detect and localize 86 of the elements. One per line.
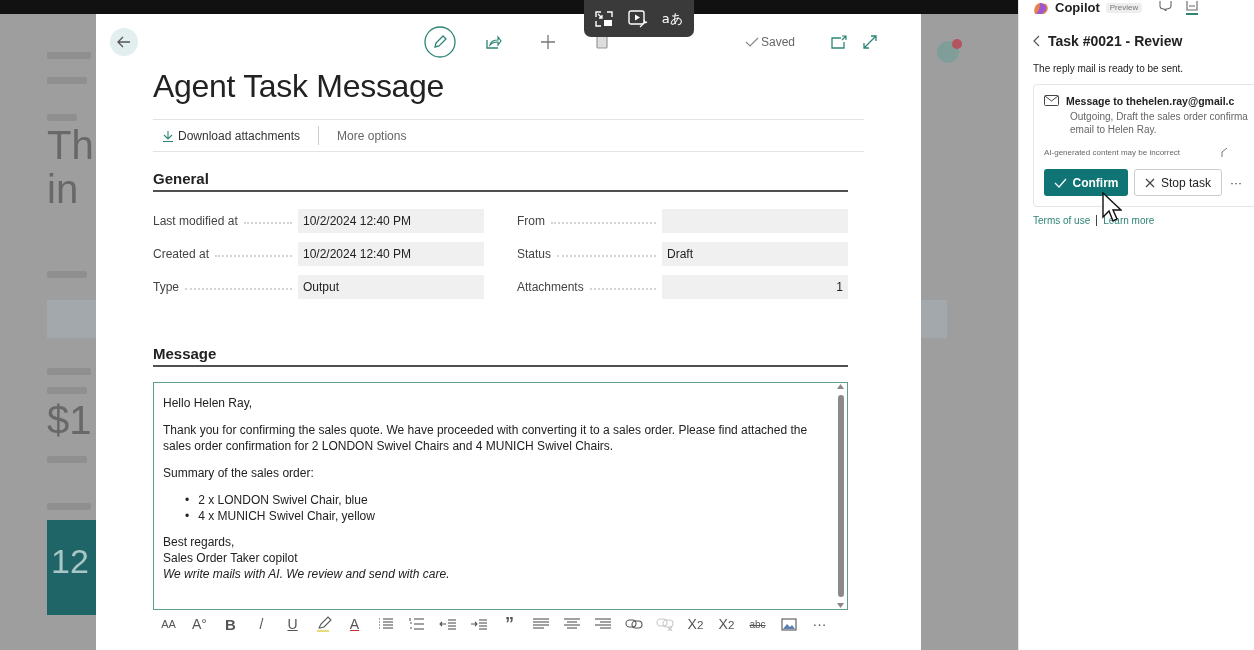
strikethrough-button[interactable]: abc — [742, 616, 773, 632]
more-options-button[interactable]: More options — [327, 128, 417, 143]
field-label: Status — [517, 247, 552, 261]
avatar-icon — [937, 41, 959, 63]
video-sparkle-icon[interactable] — [627, 9, 648, 28]
notification-dot — [952, 39, 962, 49]
bullet-list-icon[interactable] — [377, 617, 394, 631]
bold-button[interactable]: B — [215, 616, 246, 632]
more-button[interactable]: ··· — [804, 616, 835, 632]
trash-icon[interactable] — [596, 35, 608, 49]
link-icon[interactable] — [624, 618, 643, 630]
share-icon[interactable] — [486, 35, 502, 49]
status-text: The reply mail is ready to be sent. — [1033, 63, 1185, 74]
footer-link[interactable]: Terms of use — [1033, 215, 1097, 226]
grow-font-button[interactable]: A° — [184, 616, 215, 632]
section-heading: Message — [153, 345, 848, 367]
tile-number: 12 — [50, 542, 89, 580]
message-heading: Message to thehelen.ray@gmail.c — [1066, 95, 1235, 107]
task-list-icon — [1186, 1, 1199, 11]
align-right-icon[interactable] — [593, 618, 612, 630]
list-item: 2 x LONDON Swivel Chair, blue — [198, 492, 368, 508]
plus-icon[interactable] — [540, 34, 556, 50]
highlighter-icon[interactable] — [315, 616, 332, 632]
underline-button[interactable]: U — [277, 616, 308, 632]
saved-text: Saved — [761, 35, 796, 49]
signature-line: We write mails with AI. We review and send with care. — [163, 567, 450, 581]
check-icon — [745, 37, 759, 47]
font-size-button[interactable]: AA — [153, 616, 184, 632]
message-editor[interactable] — [153, 382, 848, 610]
confirm-button[interactable]: Confirm — [1044, 169, 1128, 196]
back-button[interactable] — [1033, 35, 1040, 47]
field-value: Output — [298, 275, 484, 299]
download-icon — [163, 129, 173, 142]
align-left-icon[interactable] — [531, 618, 550, 630]
task-title: Task #0021 - Review — [1048, 33, 1183, 49]
pane-tab[interactable] — [1186, 1, 1199, 15]
message-description: email to Helen Ray. — [1070, 123, 1158, 136]
download-attachments-button[interactable]: Download attachments — [153, 128, 311, 143]
section-heading: General — [153, 170, 848, 192]
message-paragraph: Summary of the sales order: — [163, 465, 315, 481]
field-value: Draft — [662, 242, 848, 266]
numbered-list-icon[interactable] — [408, 617, 425, 631]
close-icon — [1145, 177, 1155, 188]
message-paragraph: Hello Helen Ray, — [163, 395, 254, 411]
font-color-button[interactable]: A — [339, 616, 370, 632]
edit-icon[interactable] — [424, 26, 456, 58]
image-icon[interactable] — [780, 617, 797, 631]
field-value: 1 — [662, 275, 848, 299]
chevron-left-icon — [1033, 35, 1040, 47]
open-in-new-icon[interactable] — [831, 35, 848, 49]
translate-button[interactable]: aあ — [661, 9, 683, 28]
scroll-up-icon — [837, 384, 844, 389]
field-label: Created at — [153, 247, 210, 261]
chat-icon — [1158, 1, 1173, 11]
bullet-mark: • — [185, 508, 190, 524]
field-label: From — [517, 214, 545, 228]
disclaimer-text: AI-generated content may be incorrect — [1044, 147, 1181, 157]
expand-icon[interactable] — [862, 34, 879, 50]
outdent-icon[interactable] — [438, 618, 457, 630]
align-center-icon[interactable] — [562, 618, 581, 630]
indent-icon[interactable] — [469, 618, 488, 630]
more-button[interactable]: ··· — [1228, 175, 1242, 190]
quote-button[interactable]: ” — [494, 616, 525, 632]
bullet-mark: • — [185, 492, 190, 508]
message-description: Outgoing, Draft the sales order confirma — [1070, 110, 1249, 123]
picture-in-picture-icon[interactable] — [595, 10, 614, 27]
check-icon — [1053, 177, 1067, 188]
back-arrow-icon — [117, 36, 131, 48]
copilot-logo-icon — [1033, 2, 1049, 14]
field-value: 10/2/2024 12:40 PM — [298, 242, 484, 266]
field-label: Type — [153, 280, 179, 294]
field-label: Attachments — [517, 280, 584, 294]
back-button[interactable] — [110, 28, 138, 56]
list-item: 4 x MUNICH Swivel Chair, yellow — [198, 508, 375, 524]
mail-icon — [1044, 95, 1059, 106]
stop-task-button[interactable]: Stop task — [1134, 169, 1222, 196]
field-label: Last modified at — [153, 214, 238, 228]
app-title: Copilot — [1055, 2, 1100, 14]
field-value: 10/2/2024 12:40 PM — [298, 209, 484, 233]
preview-badge: Preview — [1105, 3, 1143, 13]
message-paragraph: Thank you for confirming the sales quote. We have proceeded with converting it to a sales order. Please find attached the sales order confirmation for 2 LONDON Swivel Chairs and 4 MUNICH Swivel Chairs. — [163, 422, 809, 454]
page-title: Agent Task Message — [153, 67, 446, 106]
scroll-down-icon — [837, 603, 844, 608]
signature-line: Sales Order Taker copilot — [163, 551, 298, 565]
signature-line: Best regards, — [163, 535, 235, 549]
italic-button[interactable]: / — [246, 616, 277, 632]
